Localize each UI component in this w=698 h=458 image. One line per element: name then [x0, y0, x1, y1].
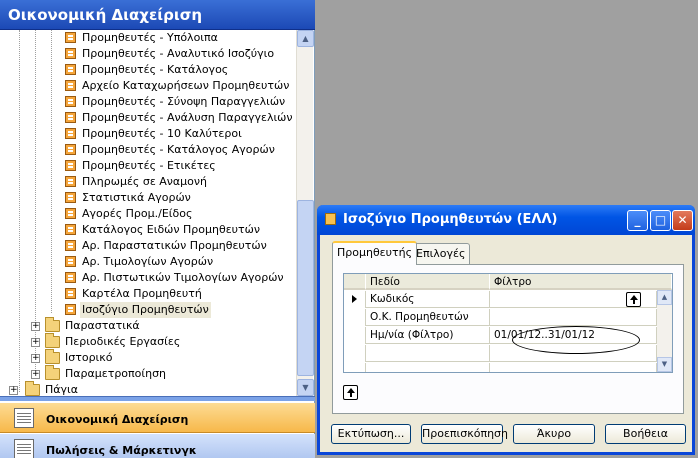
scroll-up-icon[interactable]: ▲ [657, 290, 672, 305]
report-request-dialog: Ισοζύγιο Προμηθευτών (ΕΛΛ) _ □ ✕ Προμηθε… [317, 205, 695, 455]
tree-scrollbar[interactable]: ▲ ▼ [296, 30, 314, 396]
maximize-icon[interactable]: □ [650, 210, 671, 231]
preview-button[interactable]: Προεπισκόπηση [421, 424, 508, 444]
row-selector[interactable] [344, 309, 366, 326]
report-icon [65, 48, 76, 59]
report-icon [325, 213, 336, 225]
lookup-up-arrow-icon[interactable] [343, 385, 358, 400]
navigation-pane: Οικονομική Διαχείριση Προμηθευτές - Υπόλ… [0, 0, 315, 458]
report-icon [65, 224, 76, 235]
nav-button-sales[interactable]: Πωλήσεις & Μάρκετινγκ [0, 434, 315, 458]
folder-icon [45, 349, 60, 364]
scroll-down-icon[interactable]: ▼ [657, 357, 672, 372]
report-icon [65, 272, 76, 283]
nav-pane-title: Οικονομική Διαχείριση [0, 0, 315, 30]
filter-highlight-ellipse [512, 326, 640, 354]
tab-vendor[interactable]: Προμηθευτής [332, 241, 418, 265]
report-icon [65, 112, 76, 123]
report-icon [65, 176, 76, 187]
filter-grid: Πεδίο Φίλτρο Κωδικός Ο.Κ. Προμηθευτών Ημ… [343, 273, 673, 373]
report-icon [65, 192, 76, 203]
plus-expander-icon[interactable]: + [31, 370, 40, 379]
report-icon [65, 80, 76, 91]
scrollbar-thumb[interactable] [297, 200, 314, 376]
tab-panel: Πεδίο Φίλτρο Κωδικός Ο.Κ. Προμηθευτών Ημ… [332, 264, 684, 414]
help-button[interactable]: Βοήθεια [605, 424, 686, 444]
report-icon [65, 160, 76, 171]
report-icon [65, 144, 76, 155]
lookup-up-arrow-icon[interactable] [626, 292, 641, 307]
plus-expander-icon[interactable]: + [31, 322, 40, 331]
minimize-icon[interactable]: _ [627, 210, 648, 231]
scroll-up-icon[interactable]: ▲ [297, 30, 314, 47]
sales-icon [14, 439, 34, 458]
grid-header-field: Πεδίο [366, 274, 490, 290]
folder-icon [45, 317, 60, 332]
print-button[interactable]: Εκτύπωση... [331, 424, 411, 444]
ledger-icon [14, 408, 34, 428]
folder-icon [45, 333, 60, 348]
report-icon [65, 304, 76, 315]
dialog-titlebar[interactable]: Ισοζύγιο Προμηθευτών (ΕΛΛ) _ □ ✕ [317, 205, 695, 235]
table-row[interactable]: Κωδικός [344, 291, 657, 308]
report-icon [65, 256, 76, 267]
nav-button-financial[interactable]: Οικονομική Διαχείριση [0, 403, 315, 433]
tree-connector-line [19, 30, 20, 392]
row-selector[interactable] [344, 363, 366, 372]
table-row[interactable] [344, 363, 657, 372]
cancel-button[interactable]: Άκυρο [513, 424, 595, 444]
folder-icon [45, 365, 60, 380]
grid-scrollbar[interactable]: ▲ ▼ [657, 290, 672, 372]
grid-corner-header [344, 274, 366, 290]
report-icon [65, 208, 76, 219]
folder-icon [25, 381, 40, 396]
report-icon [65, 128, 76, 139]
report-icon [65, 240, 76, 251]
row-selector[interactable] [344, 345, 366, 362]
table-row[interactable]: Ο.Κ. Προμηθευτών [344, 309, 657, 326]
current-row-arrow-icon [352, 295, 357, 303]
row-selector[interactable] [344, 327, 366, 344]
scroll-down-icon[interactable]: ▼ [297, 379, 314, 396]
plus-expander-icon[interactable]: + [31, 338, 40, 347]
tree-connector-line [51, 30, 52, 313]
report-icon [65, 64, 76, 75]
close-icon[interactable]: ✕ [672, 210, 693, 231]
row-selector[interactable] [344, 291, 366, 308]
navigation-tree: Προμηθευτές - Υπόλοιπα Προμηθευτές - Ανα… [3, 30, 295, 396]
report-icon [65, 96, 76, 107]
report-icon [65, 32, 76, 43]
plus-expander-icon[interactable]: + [9, 386, 18, 395]
tab-options[interactable]: Επιλογές [411, 243, 471, 265]
pane-resize-grip[interactable] [0, 396, 315, 401]
plus-expander-icon[interactable]: + [31, 354, 40, 363]
grid-header-filter: Φίλτρο [490, 274, 672, 290]
report-icon [65, 288, 76, 299]
